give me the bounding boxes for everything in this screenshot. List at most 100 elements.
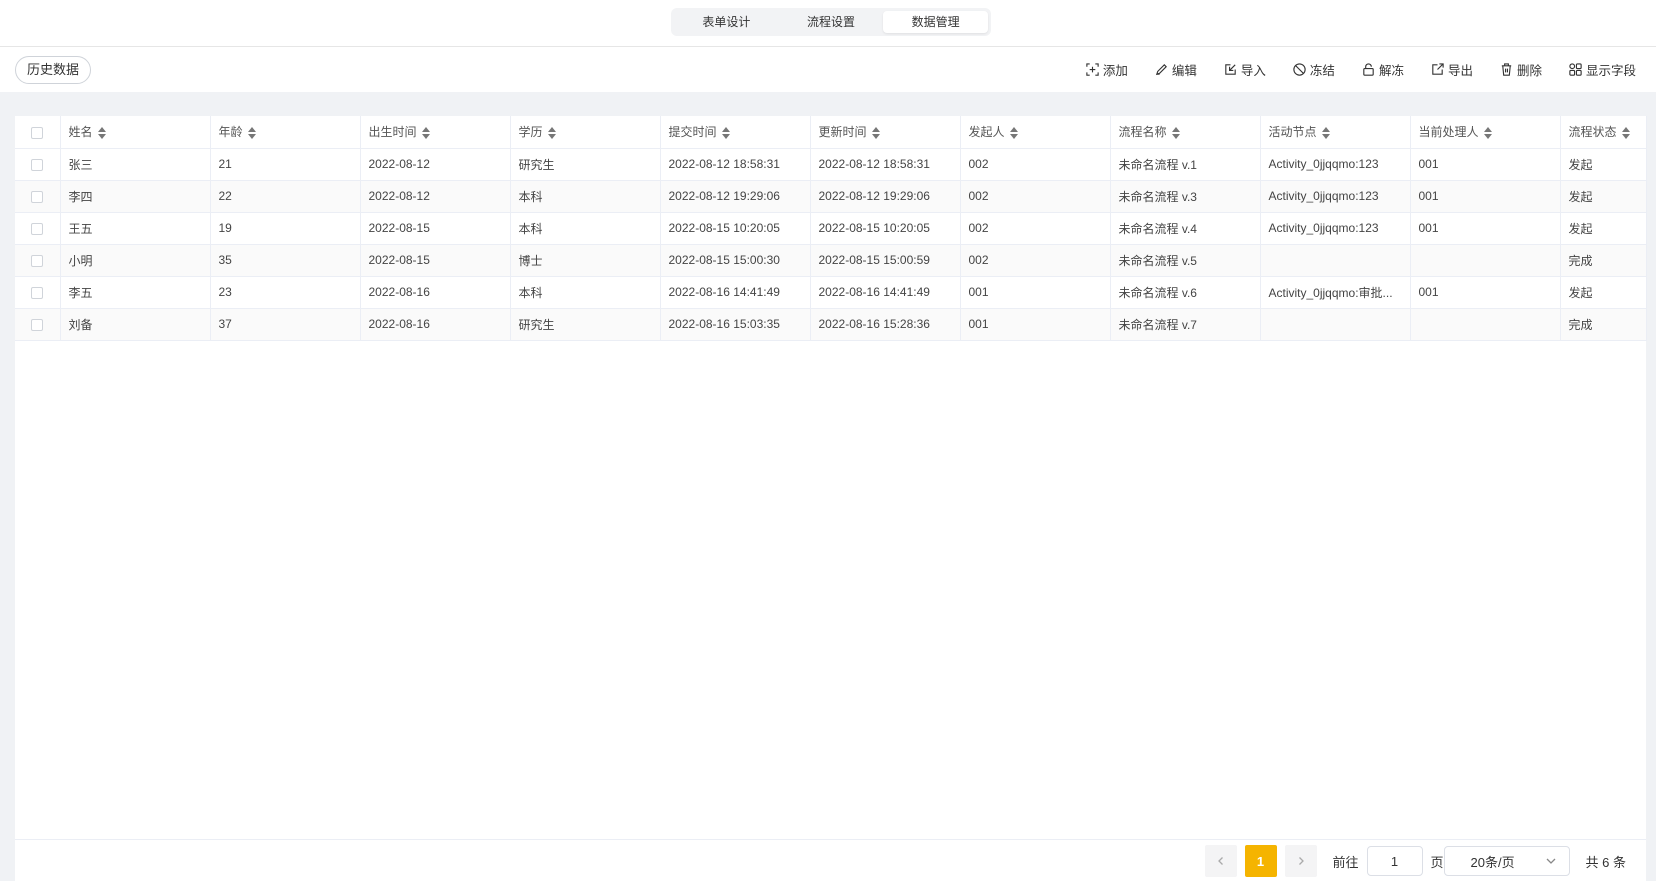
table-cell: 发起 xyxy=(1560,276,1647,309)
edit-button[interactable]: 编辑 xyxy=(1154,60,1197,79)
page-size-value: 20条/页 xyxy=(1470,854,1515,870)
select-all-checkbox[interactable] xyxy=(31,126,44,139)
table-cell: 2022-08-12 xyxy=(360,148,511,181)
row-checkbox[interactable] xyxy=(31,190,44,203)
column-header-update-time[interactable]: 更新时间 xyxy=(810,116,961,149)
edit-icon xyxy=(1155,64,1167,76)
column-header-initiator[interactable]: 发起人 xyxy=(960,116,1111,149)
table-cell: 2022-08-15 10:20:05 xyxy=(810,212,961,245)
sort-icon[interactable] xyxy=(1171,127,1181,140)
column-header-education[interactable]: 学历 xyxy=(510,116,661,149)
sort-icon[interactable] xyxy=(421,127,431,140)
table-cell: 发起 xyxy=(1560,180,1647,213)
row-checkbox[interactable] xyxy=(31,318,44,331)
sort-icon[interactable] xyxy=(1321,127,1331,140)
column-header-label: 发起人 xyxy=(968,125,1005,140)
table-cell: 刘备 xyxy=(60,308,211,341)
table-cell: 王五 xyxy=(60,212,211,245)
display-fields-button[interactable]: 显示字段 xyxy=(1568,60,1636,79)
display-fields-label: 显示字段 xyxy=(1585,64,1636,78)
row-checkbox[interactable] xyxy=(31,158,44,171)
table-row[interactable]: 刘备 37 2022-08-16 研究生 2022-08-16 15:03:35 2022… xyxy=(15,308,1647,341)
column-header-active-node[interactable]: 活动节点 xyxy=(1260,116,1411,149)
page-size-select[interactable]: 20条/页 xyxy=(1443,846,1570,876)
table-cell: 2022-08-16 15:28:36 xyxy=(810,308,961,341)
table-cell: 001 xyxy=(960,276,1111,309)
freeze-button[interactable]: 冻结 xyxy=(1292,60,1335,79)
row-select-cell xyxy=(15,148,61,181)
sort-icon[interactable] xyxy=(247,127,257,140)
table-cell: 未命名流程 v.4 xyxy=(1110,212,1261,245)
column-header-current-handler[interactable]: 当前处理人 xyxy=(1410,116,1561,149)
export-button[interactable]: 导出 xyxy=(1430,60,1473,79)
column-header-age[interactable]: 年龄 xyxy=(210,116,361,149)
table-cell: 本科 xyxy=(510,212,661,245)
row-checkbox[interactable] xyxy=(31,286,44,299)
row-checkbox[interactable] xyxy=(31,222,44,235)
sort-icon[interactable] xyxy=(547,127,557,140)
tab-form-design[interactable]: 表单设计 xyxy=(674,11,779,33)
table-cell: 未命名流程 v.1 xyxy=(1110,148,1261,181)
table-cell: Activity_0jjqqmo:审批... xyxy=(1260,276,1411,309)
top-bar: 表单设计 流程设置 数据管理 xyxy=(0,0,1656,47)
prev-page-button[interactable] xyxy=(1204,845,1237,877)
column-header-label: 流程状态 xyxy=(1568,125,1617,140)
table-cell: 2022-08-12 19:29:06 xyxy=(660,180,811,213)
table-cell: 完成 xyxy=(1560,244,1647,277)
column-header-submit-time[interactable]: 提交时间 xyxy=(660,116,811,149)
import-button[interactable]: 导入 xyxy=(1223,60,1266,79)
table-cell: 研究生 xyxy=(510,308,661,341)
table-body: 张三 21 2022-08-12 研究生 2022-08-12 18:58:31 2022… xyxy=(15,148,1647,341)
table-cell: 001 xyxy=(960,308,1111,341)
column-header-label: 年龄 xyxy=(218,125,243,140)
table-row[interactable]: 李四 22 2022-08-12 本科 2022-08-12 19:29:06 2022-… xyxy=(15,180,1647,213)
add-icon xyxy=(1086,63,1099,76)
column-header-name[interactable]: 姓名 xyxy=(60,116,211,149)
add-button[interactable]: 添加 xyxy=(1085,60,1128,79)
column-header-process-status[interactable]: 流程状态 xyxy=(1560,116,1647,149)
sort-icon[interactable] xyxy=(1009,127,1019,140)
unfreeze-button[interactable]: 解冻 xyxy=(1361,60,1404,79)
data-table: 姓名 年龄 出生时间 学历 提交时间 更新时间 发起人 流程名称 活动节点 当前… xyxy=(15,116,1647,341)
table-row[interactable]: 小明 35 2022-08-15 博士 2022-08-15 15:00:30 2022-… xyxy=(15,244,1647,277)
data-table-panel: 姓名 年龄 出生时间 学历 提交时间 更新时间 发起人 流程名称 活动节点 当前… xyxy=(15,116,1647,881)
goto-page-input[interactable] xyxy=(1366,846,1423,876)
delete-label: 删除 xyxy=(1516,64,1542,78)
sort-icon[interactable] xyxy=(721,127,731,140)
sort-icon[interactable] xyxy=(97,127,107,140)
tab-data-management[interactable]: 数据管理 xyxy=(883,11,989,33)
table-cell: 2022-08-16 xyxy=(360,308,511,341)
column-header-process-name[interactable]: 流程名称 xyxy=(1110,116,1261,149)
row-checkbox[interactable] xyxy=(31,254,44,267)
table-cell: 发起 xyxy=(1560,148,1647,181)
table-cell: 2022-08-16 14:41:49 xyxy=(810,276,961,309)
table-footer: 1 前往 页 20条/页 共 6 条 xyxy=(15,839,1646,881)
column-header-label: 更新时间 xyxy=(818,125,867,140)
tab-process-settings[interactable]: 流程设置 xyxy=(779,11,884,33)
action-bar: 添加 编辑 导入 冻结 解冻 导出 删除 显示字段 xyxy=(1059,47,1636,92)
table-cell: 2022-08-16 14:41:49 xyxy=(660,276,811,309)
table-cell: 19 xyxy=(210,212,361,245)
table-cell: 未命名流程 v.6 xyxy=(1110,276,1261,309)
table-row[interactable]: 李五 23 2022-08-16 本科 2022-08-16 14:41:49 2022-… xyxy=(15,276,1647,309)
table-row[interactable]: 王五 19 2022-08-15 本科 2022-08-15 10:20:05 2022-… xyxy=(15,212,1647,245)
page-number-current[interactable]: 1 xyxy=(1244,845,1277,877)
table-cell: 未命名流程 v.7 xyxy=(1110,308,1261,341)
table-row[interactable]: 张三 21 2022-08-12 研究生 2022-08-12 18:58:31 2022… xyxy=(15,148,1647,181)
export-label: 导出 xyxy=(1447,64,1473,78)
table-cell: 23 xyxy=(210,276,361,309)
sort-icon[interactable] xyxy=(871,127,881,140)
history-data-button[interactable]: 历史数据 xyxy=(15,56,92,84)
column-header-label: 活动节点 xyxy=(1268,125,1317,140)
pagination: 1 前往 页 20条/页 共 6 条 xyxy=(1204,840,1647,881)
table-header-row: 姓名 年龄 出生时间 学历 提交时间 更新时间 发起人 流程名称 活动节点 当前… xyxy=(15,116,1647,149)
next-page-button[interactable] xyxy=(1284,845,1317,877)
table-cell: 2022-08-15 xyxy=(360,212,511,245)
sort-icon[interactable] xyxy=(1621,127,1631,140)
page-unit-label: 页 xyxy=(1430,854,1444,870)
table-cell: 完成 xyxy=(1560,308,1647,341)
column-header-birth-date[interactable]: 出生时间 xyxy=(360,116,511,149)
table-cell: 002 xyxy=(960,180,1111,213)
delete-button[interactable]: 删除 xyxy=(1499,60,1542,79)
sort-icon[interactable] xyxy=(1483,127,1493,140)
